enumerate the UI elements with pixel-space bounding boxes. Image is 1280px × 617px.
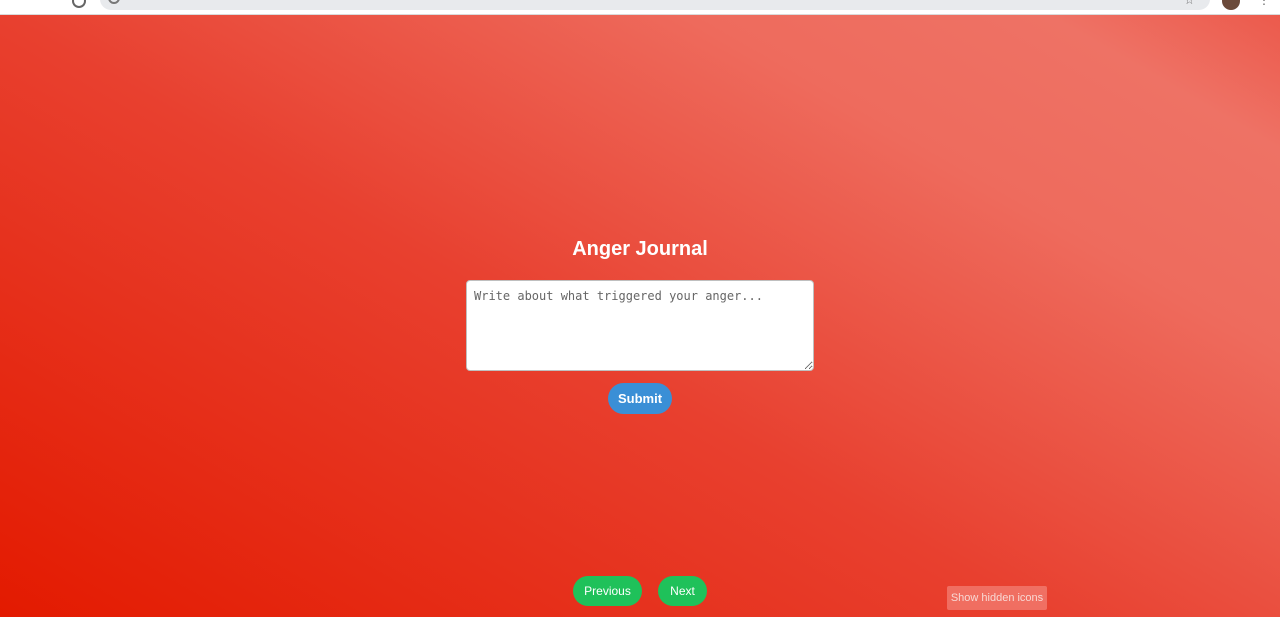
bookmark-star-icon[interactable]: ☆ [1184,0,1195,6]
next-button[interactable]: Next [658,576,707,606]
address-bar[interactable] [100,0,1210,10]
profile-avatar[interactable] [1222,0,1240,10]
previous-button[interactable]: Previous [573,576,642,606]
page-title: Anger Journal [572,238,708,260]
journal-entry-textarea[interactable] [466,280,814,371]
reload-icon[interactable] [72,0,86,8]
show-hidden-icons-tooltip: Show hidden icons [947,586,1047,610]
browser-toolbar: ☆ ⋮ [0,0,1280,15]
submit-button[interactable]: Submit [608,383,672,414]
browser-menu-icon[interactable]: ⋮ [1258,0,1270,6]
journal-page: Anger Journal Submit Previous Next Show … [0,15,1280,617]
